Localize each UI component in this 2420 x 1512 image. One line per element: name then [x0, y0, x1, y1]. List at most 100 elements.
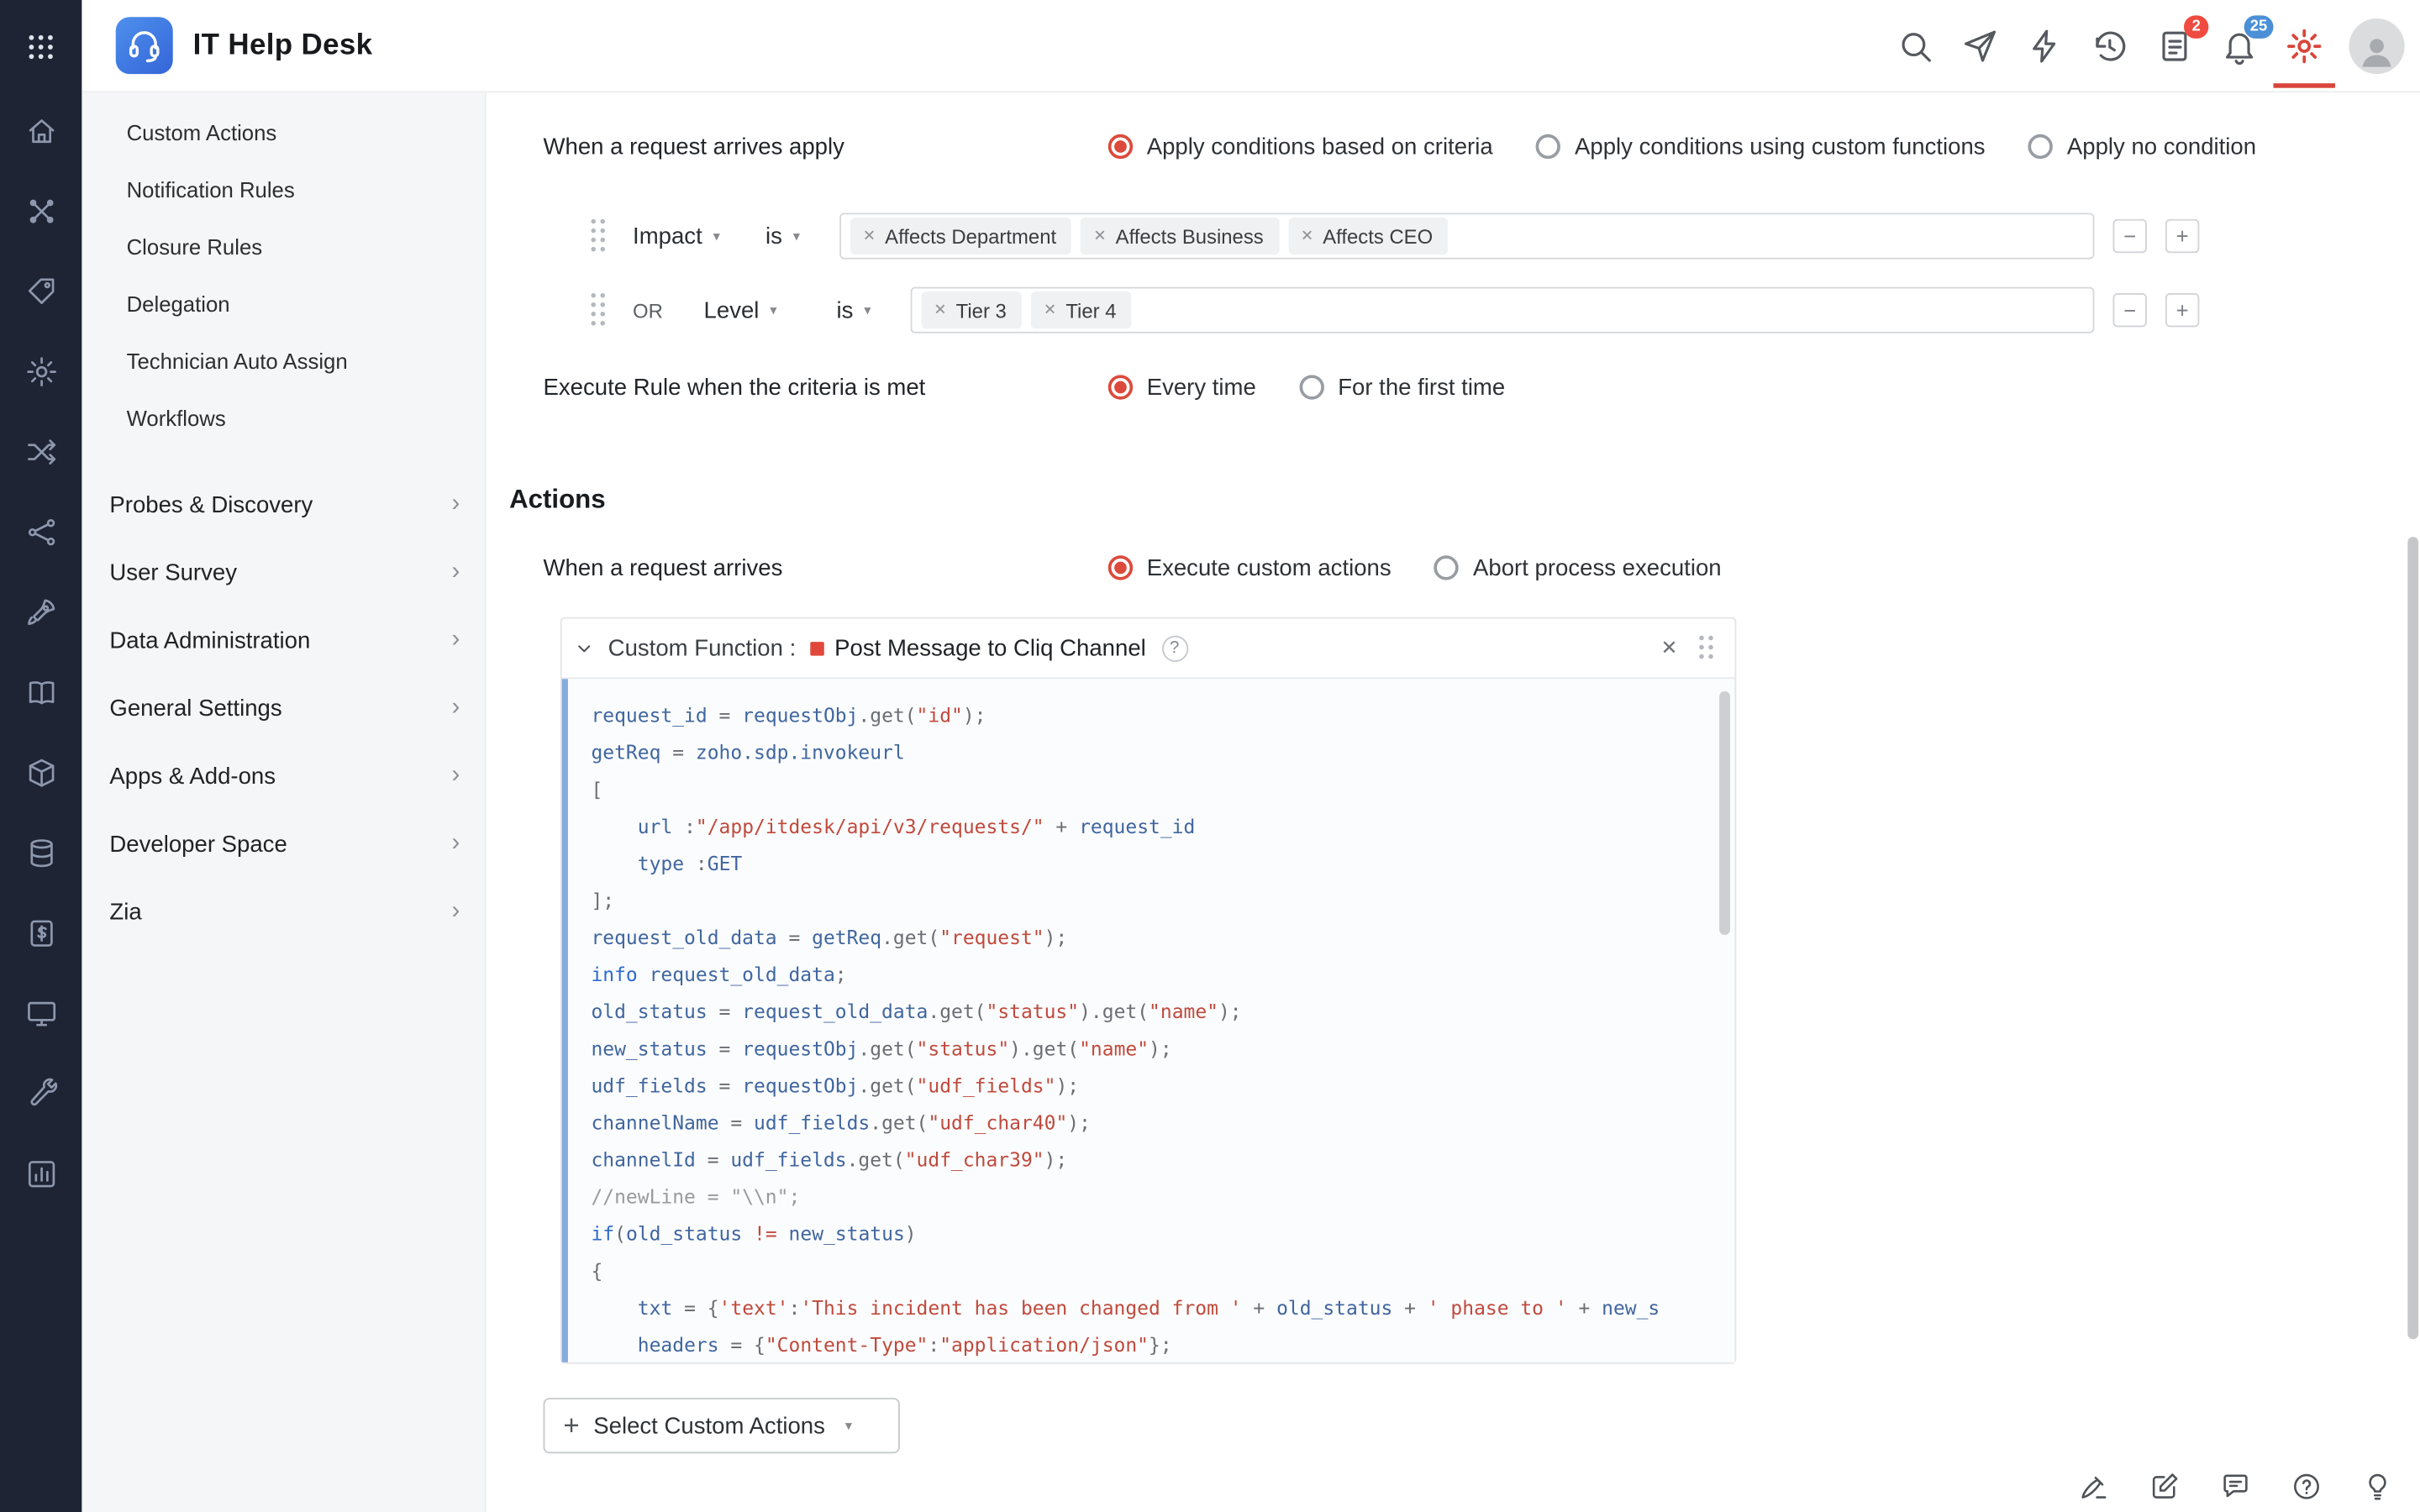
remove-chip-icon[interactable]: ✕ — [863, 228, 876, 244]
code-line: ]; — [591, 883, 1734, 920]
history-icon[interactable] — [2090, 25, 2130, 66]
sidebar-group-label: Developer Space — [109, 831, 287, 857]
apps-grid-icon[interactable] — [24, 30, 57, 63]
radio-apply-conditions-using-custom-functions[interactable]: Apply conditions using custom functions — [1536, 134, 1985, 160]
automation-icon[interactable] — [24, 354, 57, 388]
lightbulb-icon[interactable] — [2361, 1469, 2394, 1502]
code-editor[interactable]: request_id = requestObj.get("id");getReq… — [562, 677, 1735, 1362]
app-logo[interactable] — [116, 17, 173, 74]
tools-icon[interactable] — [24, 1077, 57, 1110]
criteria-field-select[interactable]: Level▾ — [704, 297, 803, 323]
radio-every-time[interactable]: Every time — [1108, 374, 1256, 400]
criteria-operator-select[interactable]: is▾ — [765, 223, 808, 249]
shuffle-icon[interactable] — [24, 435, 57, 469]
function-status-dot — [810, 641, 824, 655]
value-chip-affects-business: ✕Affects Business — [1081, 218, 1280, 255]
remove-chip-icon[interactable]: ✕ — [1301, 228, 1313, 244]
setup-icon[interactable] — [24, 194, 57, 228]
sidebar-item-closure-rules[interactable]: Closure Rules — [82, 219, 484, 276]
sidebar-group-user-survey[interactable]: User Survey› — [82, 538, 484, 606]
drag-handle-icon[interactable] — [591, 293, 605, 327]
radio-apply-no-condition[interactable]: Apply no condition — [2028, 134, 2256, 160]
code-line: if(old_status != new_status) — [591, 1215, 1734, 1252]
sidebar-group-general-settings[interactable]: General Settings› — [82, 675, 484, 743]
scrollbar-thumb[interactable] — [2407, 537, 2418, 1339]
sidebar-group-probes-discovery[interactable]: Probes & Discovery› — [82, 470, 484, 538]
sidebar-group-label: Data Administration — [109, 627, 310, 654]
help-icon[interactable] — [2291, 1469, 2323, 1502]
tags-icon[interactable] — [24, 275, 57, 308]
reports-icon[interactable] — [24, 1158, 57, 1191]
chip-label: Tier 3 — [956, 298, 1007, 322]
sidebar-item-custom-actions[interactable]: Custom Actions — [82, 105, 484, 162]
execute-rule-radio-group: Every time For the first time — [1108, 372, 1505, 403]
radio-execute-custom-actions[interactable]: Execute custom actions — [1108, 554, 1392, 580]
remove-chip-icon[interactable]: ✕ — [1044, 302, 1056, 318]
top-header: IT Help Desk 225 — [82, 0, 2420, 92]
sidebar-item-workflows[interactable]: Workflows — [82, 391, 484, 448]
add-condition-button[interactable]: + — [2165, 219, 2199, 253]
radio-icon — [1434, 555, 1459, 580]
drag-handle-icon[interactable] — [591, 219, 605, 253]
remove-condition-button[interactable]: − — [2112, 219, 2146, 253]
page-scrollbar[interactable] — [2407, 92, 2418, 1512]
home-icon[interactable] — [24, 114, 57, 148]
when-arrives-radio-group: Execute custom actions Abort process exec… — [1108, 553, 1722, 584]
plus-icon: + — [563, 1412, 579, 1440]
value-chip-tier-4: ✕Tier 4 — [1031, 291, 1132, 328]
code-scrollbar[interactable] — [1719, 691, 1730, 935]
sidebar-group-data-administration[interactable]: Data Administration› — [82, 606, 484, 675]
radio-apply-conditions-based-on-criteria[interactable]: Apply conditions based on criteria — [1108, 134, 1493, 160]
help-badge[interactable]: ? — [1161, 635, 1187, 661]
rocket-icon[interactable] — [24, 596, 57, 629]
chat-icon[interactable] — [2219, 1469, 2252, 1502]
custom-function-title: Custom Function : — [608, 635, 797, 661]
sidebar-item-notification-rules[interactable]: Notification Rules — [82, 162, 484, 219]
radio-for-the-first-time[interactable]: For the first time — [1299, 374, 1505, 400]
criteria-field-value: Impact — [633, 223, 702, 249]
knowledge-icon[interactable] — [24, 675, 57, 709]
remove-condition-button[interactable]: − — [2112, 293, 2146, 327]
zap-icon[interactable] — [2025, 25, 2065, 66]
criteria-field-select[interactable]: Impact ▾ — [633, 223, 732, 249]
quick-create-icon[interactable] — [1960, 25, 2001, 66]
settings-icon[interactable] — [2284, 25, 2324, 66]
approvals-icon[interactable]: 2 — [2154, 25, 2195, 66]
value-chip-affects-department: ✕Affects Department — [850, 218, 1071, 255]
smart-edit-icon[interactable] — [2077, 1469, 2110, 1502]
chevron-down-icon: ▾ — [793, 228, 800, 244]
remove-chip-icon[interactable]: ✕ — [1093, 228, 1106, 244]
chevron-down-icon: ▾ — [864, 302, 871, 318]
sidebar-group-apps-add-ons[interactable]: Apps & Add-ons› — [82, 742, 484, 810]
custom-function-name: Post Message to Cliq Channel — [834, 635, 1146, 661]
criteria-values-input[interactable]: ✕ Tier 3 ✕Tier 4 — [911, 287, 2095, 333]
bell-icon[interactable]: 25 — [2219, 25, 2260, 66]
radio-label: Apply conditions based on criteria — [1147, 134, 1493, 160]
criteria-operator-select[interactable]: is▾ — [837, 297, 880, 323]
remove-chip-icon[interactable]: ✕ — [934, 302, 946, 318]
assets-icon[interactable] — [24, 756, 57, 790]
compose-icon[interactable] — [2149, 1469, 2181, 1502]
rail-top — [0, 0, 82, 92]
notification-badge: 2 — [2184, 14, 2208, 38]
sidebar-item-delegation[interactable]: Delegation — [82, 276, 484, 333]
search-icon[interactable] — [1896, 25, 1936, 66]
integrations-icon[interactable] — [24, 515, 57, 549]
select-custom-actions-label: Select Custom Actions — [593, 1413, 825, 1439]
chevron-down-icon: ▾ — [713, 228, 720, 244]
drag-handle-icon[interactable] — [1699, 636, 1713, 660]
close-icon[interactable]: ✕ — [1660, 636, 1677, 660]
collapse-chevron-icon[interactable] — [574, 638, 594, 658]
sidebar-group-zia[interactable]: Zia› — [82, 878, 484, 946]
sidebar-item-technician-auto-assign[interactable]: Technician Auto Assign — [82, 333, 484, 391]
database-icon[interactable] — [24, 837, 57, 870]
add-condition-button[interactable]: + — [2165, 293, 2199, 327]
avatar[interactable] — [2349, 18, 2405, 73]
remote-desktop-icon[interactable] — [24, 997, 57, 1031]
select-custom-actions-button[interactable]: + Select Custom Actions ▾ — [544, 1398, 900, 1453]
billing-icon[interactable] — [24, 916, 57, 950]
radio-abort-process-execution[interactable]: Abort process execution — [1434, 554, 1721, 580]
criteria-values-input[interactable]: ✕Affects Department✕Affects Business✕Aff… — [839, 213, 2094, 259]
sidebar-group-developer-space[interactable]: Developer Space› — [82, 810, 484, 878]
radio-label: Execute custom actions — [1147, 554, 1392, 580]
